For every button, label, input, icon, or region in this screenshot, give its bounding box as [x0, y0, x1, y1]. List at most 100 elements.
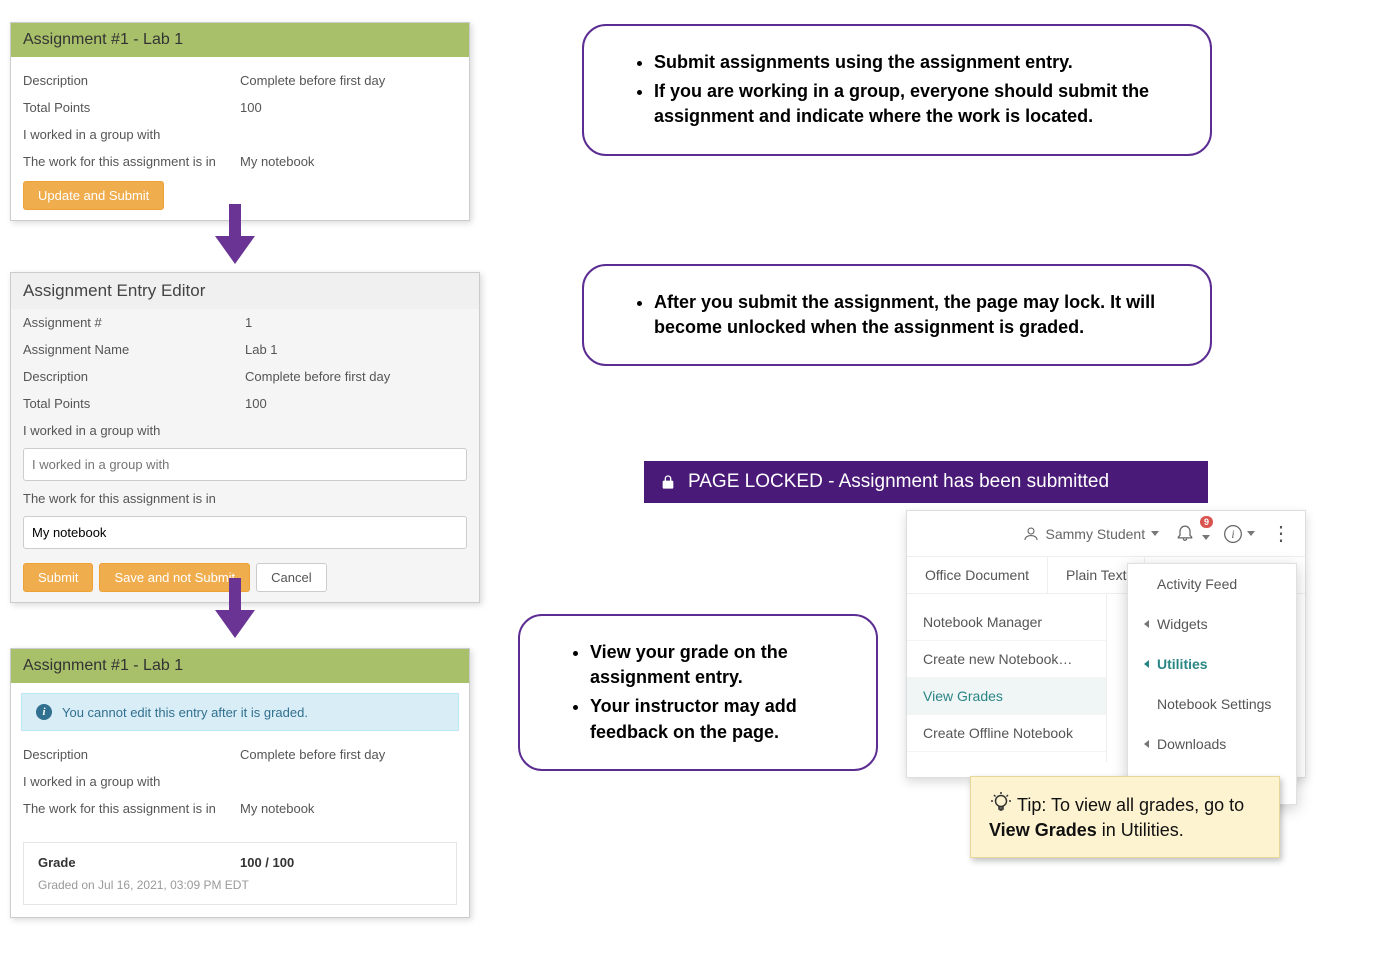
app-topbar: Sammy Student 9 i ⋮ [907, 511, 1305, 556]
callout-text: Your instructor may add feedback on the … [590, 694, 846, 744]
app-screenshot: Sammy Student 9 i ⋮ Office Document Plai… [906, 510, 1306, 778]
notification-badge: 9 [1200, 516, 1213, 528]
tip-box: Tip: To view all grades, go to View Grad… [970, 776, 1280, 858]
assignment-panel-initial: Assignment #1 - Lab 1 Description Comple… [10, 22, 470, 221]
menu-notebook-manager[interactable]: Notebook Manager [907, 604, 1106, 641]
menu-create-notebook[interactable]: Create new Notebook… [907, 641, 1106, 678]
tip-text-suffix: in Utilities. [1097, 820, 1184, 840]
work-label: The work for this assignment is in [11, 485, 479, 512]
dropdown-menu: Activity Feed Widgets Utilities Notebook… [1127, 563, 1297, 805]
info-icon: i [1223, 524, 1243, 544]
person-icon [1022, 525, 1040, 543]
table-row: I worked in a group with [23, 768, 457, 795]
description-value: Complete before first day [245, 369, 467, 384]
chevron-left-icon [1144, 740, 1149, 748]
callout-text: View your grade on the assignment entry. [590, 640, 846, 690]
grade-row: Grade 100 / 100 [38, 855, 442, 870]
lock-text: PAGE LOCKED - Assignment has been submit… [688, 471, 1109, 493]
chevron-down-icon [1151, 531, 1159, 536]
menu-view-grades[interactable]: View Grades [907, 678, 1106, 715]
table-row: Total Points 100 [23, 94, 457, 121]
description-label: Description [23, 747, 240, 762]
points-value: 100 [245, 396, 467, 411]
table-row: Assignment Name Lab 1 [11, 336, 479, 363]
arrow-down-icon [215, 578, 255, 638]
chevron-down-icon [1247, 531, 1255, 536]
cancel-button[interactable]: Cancel [256, 563, 326, 592]
app-body: Notebook Manager Create new Notebook… Vi… [907, 594, 1305, 762]
callout-text: Submit assignments using the assignment … [654, 50, 1180, 75]
group-label: I worked in a group with [11, 417, 479, 444]
group-input[interactable] [23, 448, 467, 481]
info-banner: i You cannot edit this entry after it is… [21, 693, 459, 731]
points-label: Total Points [23, 100, 240, 115]
table-row: Description Complete before first day [11, 363, 479, 390]
panel-body: Description Complete before first day I … [11, 741, 469, 832]
number-value: 1 [245, 315, 467, 330]
notifications-button[interactable]: 9 [1175, 522, 1207, 545]
assignment-entry-editor: Assignment Entry Editor Assignment # 1 A… [10, 272, 480, 603]
info-text: You cannot edit this entry after it is g… [62, 705, 308, 720]
dropdown-activity-feed[interactable]: Activity Feed [1128, 564, 1296, 604]
grade-value: 100 / 100 [240, 855, 442, 870]
grade-box: Grade 100 / 100 Graded on Jul 16, 2021, … [23, 842, 457, 905]
panel-body: Description Complete before first day To… [11, 57, 469, 220]
table-row: Assignment # 1 [11, 309, 479, 336]
chevron-down-icon [1202, 535, 1210, 540]
page-locked-banner: PAGE LOCKED - Assignment has been submit… [644, 461, 1208, 503]
table-row: Description Complete before first day [23, 741, 457, 768]
work-label: The work for this assignment is in [23, 801, 240, 816]
name-value: Lab 1 [245, 342, 467, 357]
panel-title: Assignment #1 - Lab 1 [11, 649, 469, 683]
menu-create-offline[interactable]: Create Offline Notebook [907, 715, 1106, 752]
tip-text-bold: View Grades [989, 820, 1097, 840]
tip-text-prefix: Tip: To view all grades, go to [1017, 795, 1244, 815]
work-label: The work for this assignment is in [23, 154, 240, 169]
group-label: I worked in a group with [23, 127, 240, 142]
callout-text: If you are working in a group, everyone … [654, 79, 1180, 129]
grade-label: Grade [38, 855, 240, 870]
group-value [240, 127, 457, 142]
arrow-down-icon [215, 204, 255, 264]
dropdown-notebook-settings[interactable]: Notebook Settings [1128, 684, 1296, 724]
table-row: Total Points 100 [11, 390, 479, 417]
name-label: Assignment Name [23, 342, 245, 357]
callout-text: After you submit the assignment, the pag… [654, 290, 1180, 340]
bell-icon [1175, 522, 1195, 542]
more-menu-button[interactable]: ⋮ [1271, 521, 1291, 546]
tab-office-document[interactable]: Office Document [907, 557, 1048, 593]
update-submit-button[interactable]: Update and Submit [23, 181, 164, 210]
callout-submit: Submit assignments using the assignment … [582, 24, 1212, 156]
dropdown-widgets[interactable]: Widgets [1128, 604, 1296, 644]
dropdown-utilities[interactable]: Utilities [1128, 644, 1296, 684]
info-button[interactable]: i [1223, 524, 1255, 544]
user-menu[interactable]: Sammy Student [1022, 525, 1160, 543]
work-input[interactable] [23, 516, 467, 549]
grade-date: Graded on Jul 16, 2021, 03:09 PM EDT [38, 878, 442, 892]
assignment-panel-graded: Assignment #1 - Lab 1 i You cannot edit … [10, 648, 470, 918]
table-row: I worked in a group with [23, 121, 457, 148]
chevron-left-icon [1144, 620, 1149, 628]
description-label: Description [23, 73, 240, 88]
callout-grade: View your grade on the assignment entry.… [518, 614, 878, 771]
table-row: Description Complete before first day [23, 67, 457, 94]
dropdown-downloads[interactable]: Downloads [1128, 724, 1296, 764]
description-label: Description [23, 369, 245, 384]
callout-lock: After you submit the assignment, the pag… [582, 264, 1212, 366]
submit-button[interactable]: Submit [23, 563, 93, 592]
description-value: Complete before first day [240, 73, 457, 88]
info-icon: i [36, 704, 52, 720]
table-row: The work for this assignment is in My no… [23, 795, 457, 822]
sidebar-menu: Notebook Manager Create new Notebook… Vi… [907, 594, 1107, 762]
svg-text:i: i [1231, 528, 1234, 541]
number-label: Assignment # [23, 315, 245, 330]
editor-body: Assignment # 1 Assignment Name Lab 1 Des… [11, 309, 479, 602]
editor-title: Assignment Entry Editor [11, 273, 479, 309]
description-value: Complete before first day [240, 747, 457, 762]
work-value: My notebook [240, 801, 457, 816]
panel-title: Assignment #1 - Lab 1 [11, 23, 469, 57]
points-label: Total Points [23, 396, 245, 411]
points-value: 100 [240, 100, 457, 115]
work-value: My notebook [240, 154, 457, 169]
user-name: Sammy Student [1046, 526, 1146, 542]
